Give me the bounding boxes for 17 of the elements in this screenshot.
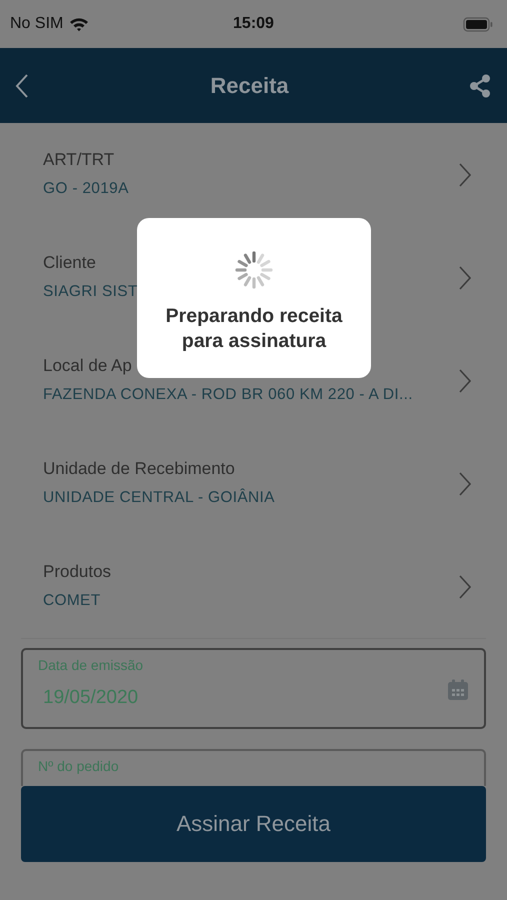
status-time: 15:09 bbox=[233, 15, 274, 32]
loading-message: Preparando receita para assinatura bbox=[164, 304, 344, 354]
screen-title: Receita bbox=[210, 72, 289, 98]
item-value: SIAGRI SIST bbox=[43, 282, 138, 300]
item-label: Cliente bbox=[43, 252, 96, 272]
field-label: Data de emissão bbox=[38, 657, 144, 673]
item-value: UNIDADE CENTRAL - GOIÂNIA bbox=[43, 488, 275, 506]
field-value: 19/05/2020 bbox=[43, 687, 138, 709]
item-label: Local de Ap bbox=[43, 356, 132, 376]
item-value: COMET bbox=[43, 592, 100, 610]
item-value: FAZENDA CONEXA - ROD BR 060 KM 220 - A DI... bbox=[43, 386, 413, 404]
field-label: Nº do pedido bbox=[38, 758, 119, 774]
item-label: Produtos bbox=[43, 562, 112, 582]
carrier-label: No SIM bbox=[10, 15, 64, 33]
item-label: ART/TRT bbox=[43, 150, 114, 170]
item-label: Unidade de Recebimento bbox=[43, 458, 235, 478]
item-value: GO - 2019A bbox=[43, 180, 129, 198]
